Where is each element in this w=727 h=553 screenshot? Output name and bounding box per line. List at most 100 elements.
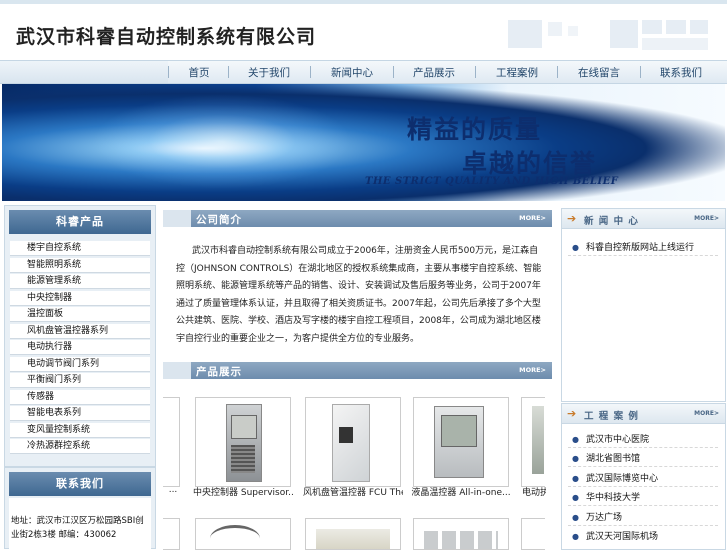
project-item[interactable]: ● 万达广场 xyxy=(572,510,622,523)
nav-about[interactable]: 关于我们 xyxy=(228,65,310,80)
bullet-icon: ● xyxy=(572,532,579,541)
divider xyxy=(568,447,718,448)
products-more-link[interactable]: MORE> xyxy=(519,366,546,374)
divider xyxy=(568,466,718,467)
product-caption[interactable]: 风机盘管温控器 FCU The... xyxy=(303,485,403,498)
header-decoration xyxy=(508,20,542,48)
project-item[interactable]: ● 武汉国际博览中心 xyxy=(572,471,658,484)
news-item-label[interactable]: 科睿自控新版网站上线运行 xyxy=(586,243,694,253)
project-item-label[interactable]: 武汉天河国际机场 xyxy=(586,532,658,542)
product-caption[interactable]: ... xyxy=(165,485,181,495)
bullet-icon: ● xyxy=(572,435,579,444)
product-category-item[interactable]: 能源管理系统 xyxy=(10,274,150,289)
product-category-item[interactable]: 传感器 xyxy=(10,390,150,405)
nav-projects[interactable]: 工程案例 xyxy=(476,65,558,80)
intro-more-link[interactable]: MORE> xyxy=(519,214,546,222)
news-title: 新 闻 中 心 xyxy=(584,216,639,227)
product-card[interactable] xyxy=(305,518,401,550)
product-category-item[interactable]: 电动执行器 xyxy=(10,340,150,355)
bullet-icon: ● xyxy=(572,493,579,502)
header-decoration xyxy=(610,20,638,48)
product-image xyxy=(424,531,498,549)
product-category-item[interactable]: 平衡阀门系列 xyxy=(10,373,150,388)
product-category-item[interactable]: 电动调节阀门系列 xyxy=(10,357,150,372)
product-caption[interactable]: 电动执行 xyxy=(522,485,546,498)
project-item[interactable]: ● 武汉天河国际机场 xyxy=(572,529,658,542)
divider xyxy=(568,255,718,256)
news-item[interactable]: ● 科睿自控新版网站上线运行 xyxy=(572,240,694,253)
product-card[interactable] xyxy=(413,397,509,487)
nav-contact[interactable]: 联系我们 xyxy=(640,65,722,80)
divider xyxy=(568,486,718,487)
bullet-icon: ● xyxy=(572,513,579,522)
products-title: 产品展示 xyxy=(196,366,242,378)
intro-header: 公司简介 MORE> xyxy=(163,210,552,227)
nav-news[interactable]: 新闻中心 xyxy=(311,65,393,80)
product-category-item[interactable]: 中央控制器 xyxy=(10,291,150,306)
intro-title: 公司简介 xyxy=(196,214,242,226)
projects-title: 工 程 案 例 xyxy=(584,411,639,422)
news-more-link[interactable]: MORE> xyxy=(694,215,719,222)
project-item[interactable]: ● 华中科技大学 xyxy=(572,490,640,503)
header-decoration xyxy=(568,26,578,36)
product-image-grille xyxy=(231,445,255,473)
contact-panel: 联系我们 地址：武汉市江汉区万松园路SBI创业街2栋3楼 邮编：430062 xyxy=(4,467,156,553)
product-category-item[interactable]: 冷热源群控系统 xyxy=(10,439,150,454)
product-card[interactable] xyxy=(195,397,291,487)
product-category-item[interactable]: 风机盘管温控器系列 xyxy=(10,324,150,339)
product-category-item[interactable]: 变风量控制系统 xyxy=(10,423,150,438)
bullet-icon: ● xyxy=(572,474,579,483)
header-decoration xyxy=(642,38,708,50)
banner-slogan-line1: 精益的质量 xyxy=(407,115,543,144)
product-category-item[interactable]: 智能照明系统 xyxy=(10,258,150,273)
arrow-right-icon: ➔ xyxy=(567,212,577,225)
divider xyxy=(568,505,718,506)
product-card-partial[interactable] xyxy=(163,518,180,550)
hero-banner: 精益的质量 卓越的信誉 THE STRICT QUALITY AND HIGH … xyxy=(2,84,725,201)
product-card[interactable] xyxy=(195,518,291,550)
section-cap xyxy=(163,210,191,227)
header-decoration xyxy=(666,20,686,34)
header: 武汉市科睿自动控制系统有限公司 xyxy=(0,0,727,64)
product-category-item[interactable]: 楼宇自控系统 xyxy=(10,241,150,256)
nav-left-spacer xyxy=(0,61,168,83)
contact-title: 联系我们 xyxy=(9,472,151,496)
main-nav: 首页 关于我们 新闻中心 产品展示 工程案例 在线留言 联系我们 xyxy=(0,60,727,84)
nav-products[interactable]: 产品展示 xyxy=(393,65,475,80)
news-panel: ➔ 新 闻 中 心 MORE> ● 科睿自控新版网站上线运行 xyxy=(561,208,726,402)
project-item-label[interactable]: 华中科技大学 xyxy=(586,493,640,503)
company-intro-text: 武汉市科睿自动控制系统有限公司成立于2006年，注册资金人民币500万元，是江森… xyxy=(176,246,542,344)
product-caption[interactable]: 中央控制器 Supervisor... xyxy=(193,485,293,498)
header-decoration xyxy=(690,20,708,34)
product-card[interactable] xyxy=(305,397,401,487)
company-logo-text[interactable]: 武汉市科睿自动控制系统有限公司 xyxy=(16,22,316,49)
product-image-display xyxy=(339,427,353,443)
header-decoration xyxy=(548,22,562,36)
banner-light-burst xyxy=(92,94,352,189)
product-image xyxy=(316,529,390,549)
product-image xyxy=(434,406,484,478)
product-card-partial[interactable] xyxy=(521,518,545,550)
product-image xyxy=(226,404,262,482)
divider xyxy=(568,525,718,526)
product-image-screen xyxy=(231,415,257,439)
product-image xyxy=(532,406,544,474)
projects-more-link[interactable]: MORE> xyxy=(694,410,719,417)
product-card-partial[interactable] xyxy=(163,397,180,487)
project-item-label[interactable]: 武汉国际博览中心 xyxy=(586,474,658,484)
project-item-label[interactable]: 湖北省图书馆 xyxy=(586,454,640,464)
product-card-partial[interactable] xyxy=(521,397,545,487)
product-card[interactable] xyxy=(413,518,509,550)
project-item-label[interactable]: 武汉市中心医院 xyxy=(586,435,649,445)
contact-address: 地址：武汉市江汉区万松园路SBI创业街2栋3楼 邮编：430062 xyxy=(11,516,144,540)
product-caption[interactable]: 液晶温控器 All-in-one... xyxy=(411,485,511,498)
product-category-item[interactable]: 温控面板 xyxy=(10,307,150,322)
nav-message[interactable]: 在线留言 xyxy=(558,65,640,80)
product-category-item[interactable]: 智能电表系列 xyxy=(10,406,150,421)
project-item-label[interactable]: 万达广场 xyxy=(586,513,622,523)
project-item[interactable]: ● 湖北省图书馆 xyxy=(572,451,640,464)
product-image-screen xyxy=(441,415,477,447)
product-image xyxy=(332,404,370,482)
banner-slogan-english: THE STRICT QUALITY AND HIGH BELIEF xyxy=(365,176,619,187)
project-item[interactable]: ● 武汉市中心医院 xyxy=(572,432,649,445)
